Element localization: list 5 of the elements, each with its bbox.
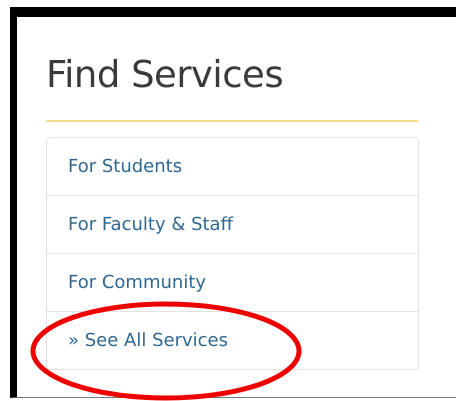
service-link[interactable]: For Community [68,272,206,293]
service-link[interactable]: » See All Services [68,330,228,351]
service-link[interactable]: For Faculty & Staff [68,214,233,235]
service-link[interactable]: For Students [68,156,182,177]
section-heading: Find Services [46,52,284,98]
